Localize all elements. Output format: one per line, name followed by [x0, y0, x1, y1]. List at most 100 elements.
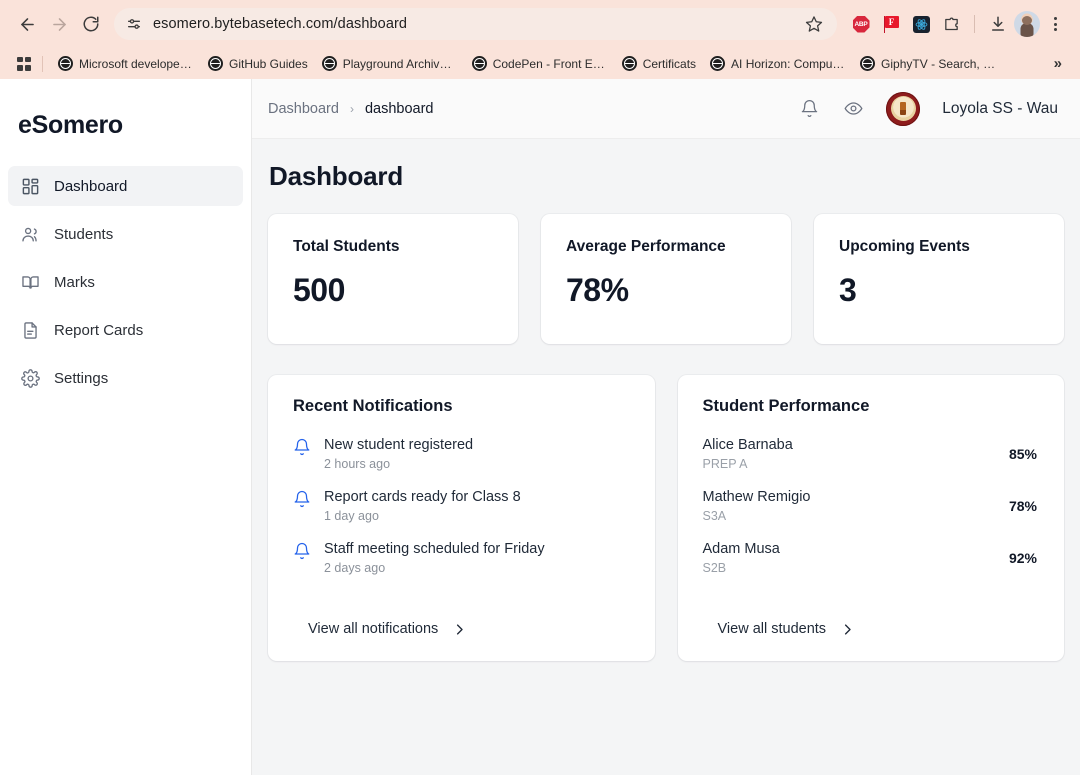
- bookmark-label: CodePen - Front End...: [493, 57, 608, 71]
- sidebar-item-label: Dashboard: [54, 178, 127, 195]
- react-atom-icon: [913, 16, 930, 33]
- student-class: S3A: [703, 509, 1009, 523]
- notification-item[interactable]: New student registered 2 hours ago: [293, 436, 630, 471]
- bookmark-item[interactable]: Playground Archives |...: [315, 53, 465, 74]
- book-open-icon: [20, 272, 40, 292]
- apps-grid-icon[interactable]: [12, 52, 36, 76]
- back-button[interactable]: [12, 9, 42, 39]
- sidebar-item-students[interactable]: Students: [8, 214, 243, 254]
- bookmark-item[interactable]: CodePen - Front End...: [465, 53, 615, 74]
- bookmark-item[interactable]: Microsoft developer t...: [51, 53, 201, 74]
- bookmarks-overflow-button[interactable]: »: [1046, 53, 1070, 74]
- sidebar: eSomero Dashboard Students: [0, 79, 252, 775]
- sidebar-item-marks[interactable]: Marks: [8, 262, 243, 302]
- bookmark-item[interactable]: GiphyTV - Search, Upl...: [853, 53, 1003, 74]
- stat-cards-row: Total Students 500 Average Performance 7…: [268, 214, 1064, 344]
- header-actions: Loyola SS - Wau: [798, 92, 1058, 126]
- flag-icon: F: [883, 16, 900, 33]
- stat-card-total-students: Total Students 500: [268, 214, 518, 344]
- bookmark-item[interactable]: AI Horizon: Computer...: [703, 53, 853, 74]
- bookmark-item[interactable]: Certificats: [615, 53, 703, 74]
- app-root: eSomero Dashboard Students: [0, 79, 1080, 775]
- flag-extension[interactable]: F: [877, 10, 905, 38]
- chevron-right-icon: [840, 622, 855, 637]
- panel-title: Recent Notifications: [293, 397, 630, 416]
- bookmarks-bar: Microsoft developer t... GitHub Guides P…: [0, 48, 1080, 79]
- breadcrumb-current: dashboard: [365, 101, 434, 117]
- globe-icon: [208, 56, 223, 71]
- stat-value: 3: [839, 272, 1064, 309]
- three-dot-menu-icon[interactable]: [1042, 10, 1068, 38]
- student-performance-row[interactable]: Mathew Remigio S3A 78%: [703, 488, 1040, 523]
- student-score: 92%: [1009, 550, 1039, 566]
- view-all-students-label: View all students: [718, 621, 827, 637]
- view-all-notifications-label: View all notifications: [308, 621, 438, 637]
- notification-title: Report cards ready for Class 8: [324, 488, 521, 506]
- panel-title: Student Performance: [703, 397, 1040, 416]
- adblock-plus-extension[interactable]: ABP: [847, 10, 875, 38]
- bell-icon: [293, 542, 311, 560]
- address-bar-url: esomero.bytebasetech.com/dashboard: [153, 16, 797, 32]
- app-logo[interactable]: eSomero: [0, 79, 251, 166]
- student-performance-row[interactable]: Adam Musa S2B 92%: [703, 540, 1040, 575]
- bookmark-item[interactable]: GitHub Guides: [201, 53, 315, 74]
- student-score: 78%: [1009, 498, 1039, 514]
- student-score: 85%: [1009, 446, 1039, 462]
- student-class: PREP A: [703, 457, 1009, 471]
- react-devtools-extension[interactable]: [907, 10, 935, 38]
- notification-time: 2 days ago: [324, 561, 545, 575]
- chevron-right-icon: ›: [350, 102, 354, 116]
- notification-time: 1 day ago: [324, 509, 521, 523]
- toolbar-divider: [974, 15, 975, 33]
- forward-arrow-icon: [50, 15, 69, 34]
- bell-icon: [293, 490, 311, 508]
- globe-icon: [622, 56, 637, 71]
- bookmark-label: Microsoft developer t...: [79, 57, 194, 71]
- app-header: Dashboard › dashboard Loyo: [252, 79, 1080, 139]
- sidebar-item-dashboard[interactable]: Dashboard: [8, 166, 243, 206]
- extensions-puzzle-icon[interactable]: [937, 10, 965, 38]
- stat-value: 500: [293, 272, 518, 309]
- bookmark-label: GitHub Guides: [229, 57, 308, 71]
- breadcrumb-root[interactable]: Dashboard: [268, 101, 339, 117]
- main-area: Dashboard › dashboard Loyo: [252, 79, 1080, 775]
- sidebar-item-label: Report Cards: [54, 322, 143, 339]
- sidebar-item-settings[interactable]: Settings: [8, 358, 243, 398]
- star-icon[interactable]: [805, 15, 823, 33]
- panels-row: Recent Notifications New student registe…: [268, 375, 1064, 661]
- layout-dashboard-icon: [20, 176, 40, 196]
- sidebar-item-report-cards[interactable]: Report Cards: [8, 310, 243, 350]
- page-title: Dashboard: [268, 161, 1064, 214]
- notification-item[interactable]: Staff meeting scheduled for Friday 2 day…: [293, 540, 630, 575]
- stat-card-average-performance: Average Performance 78%: [541, 214, 791, 344]
- stat-label: Total Students: [293, 238, 518, 256]
- notification-time: 2 hours ago: [324, 457, 473, 471]
- notification-title: Staff meeting scheduled for Friday: [324, 540, 545, 558]
- eye-icon[interactable]: [842, 98, 864, 120]
- bookmark-label: Playground Archives |...: [343, 57, 458, 71]
- globe-icon: [322, 56, 337, 71]
- address-bar[interactable]: esomero.bytebasetech.com/dashboard: [114, 8, 837, 40]
- globe-icon: [58, 56, 73, 71]
- student-performance-panel: Student Performance Alice Barnaba PREP A…: [678, 375, 1065, 661]
- browser-chrome: esomero.bytebasetech.com/dashboard ABP F: [0, 0, 1080, 79]
- bookmark-label: GiphyTV - Search, Upl...: [881, 57, 996, 71]
- view-all-students-link[interactable]: View all students: [703, 621, 1040, 641]
- profile-avatar[interactable]: [1014, 11, 1040, 37]
- download-button[interactable]: [984, 10, 1012, 38]
- student-name: Mathew Remigio: [703, 488, 1009, 506]
- globe-icon: [472, 56, 487, 71]
- reload-button[interactable]: [76, 9, 106, 39]
- view-all-notifications-link[interactable]: View all notifications: [293, 621, 630, 641]
- bell-icon[interactable]: [798, 98, 820, 120]
- stat-card-upcoming-events: Upcoming Events 3: [814, 214, 1064, 344]
- student-performance-row[interactable]: Alice Barnaba PREP A 85%: [703, 436, 1040, 471]
- student-class: S2B: [703, 561, 1009, 575]
- sidebar-item-label: Marks: [54, 274, 95, 291]
- gear-icon: [20, 368, 40, 388]
- site-settings-tune-icon[interactable]: [126, 16, 142, 32]
- notification-item[interactable]: Report cards ready for Class 8 1 day ago: [293, 488, 630, 523]
- bookmark-label: AI Horizon: Computer...: [731, 57, 846, 71]
- forward-button[interactable]: [44, 9, 74, 39]
- globe-icon: [710, 56, 725, 71]
